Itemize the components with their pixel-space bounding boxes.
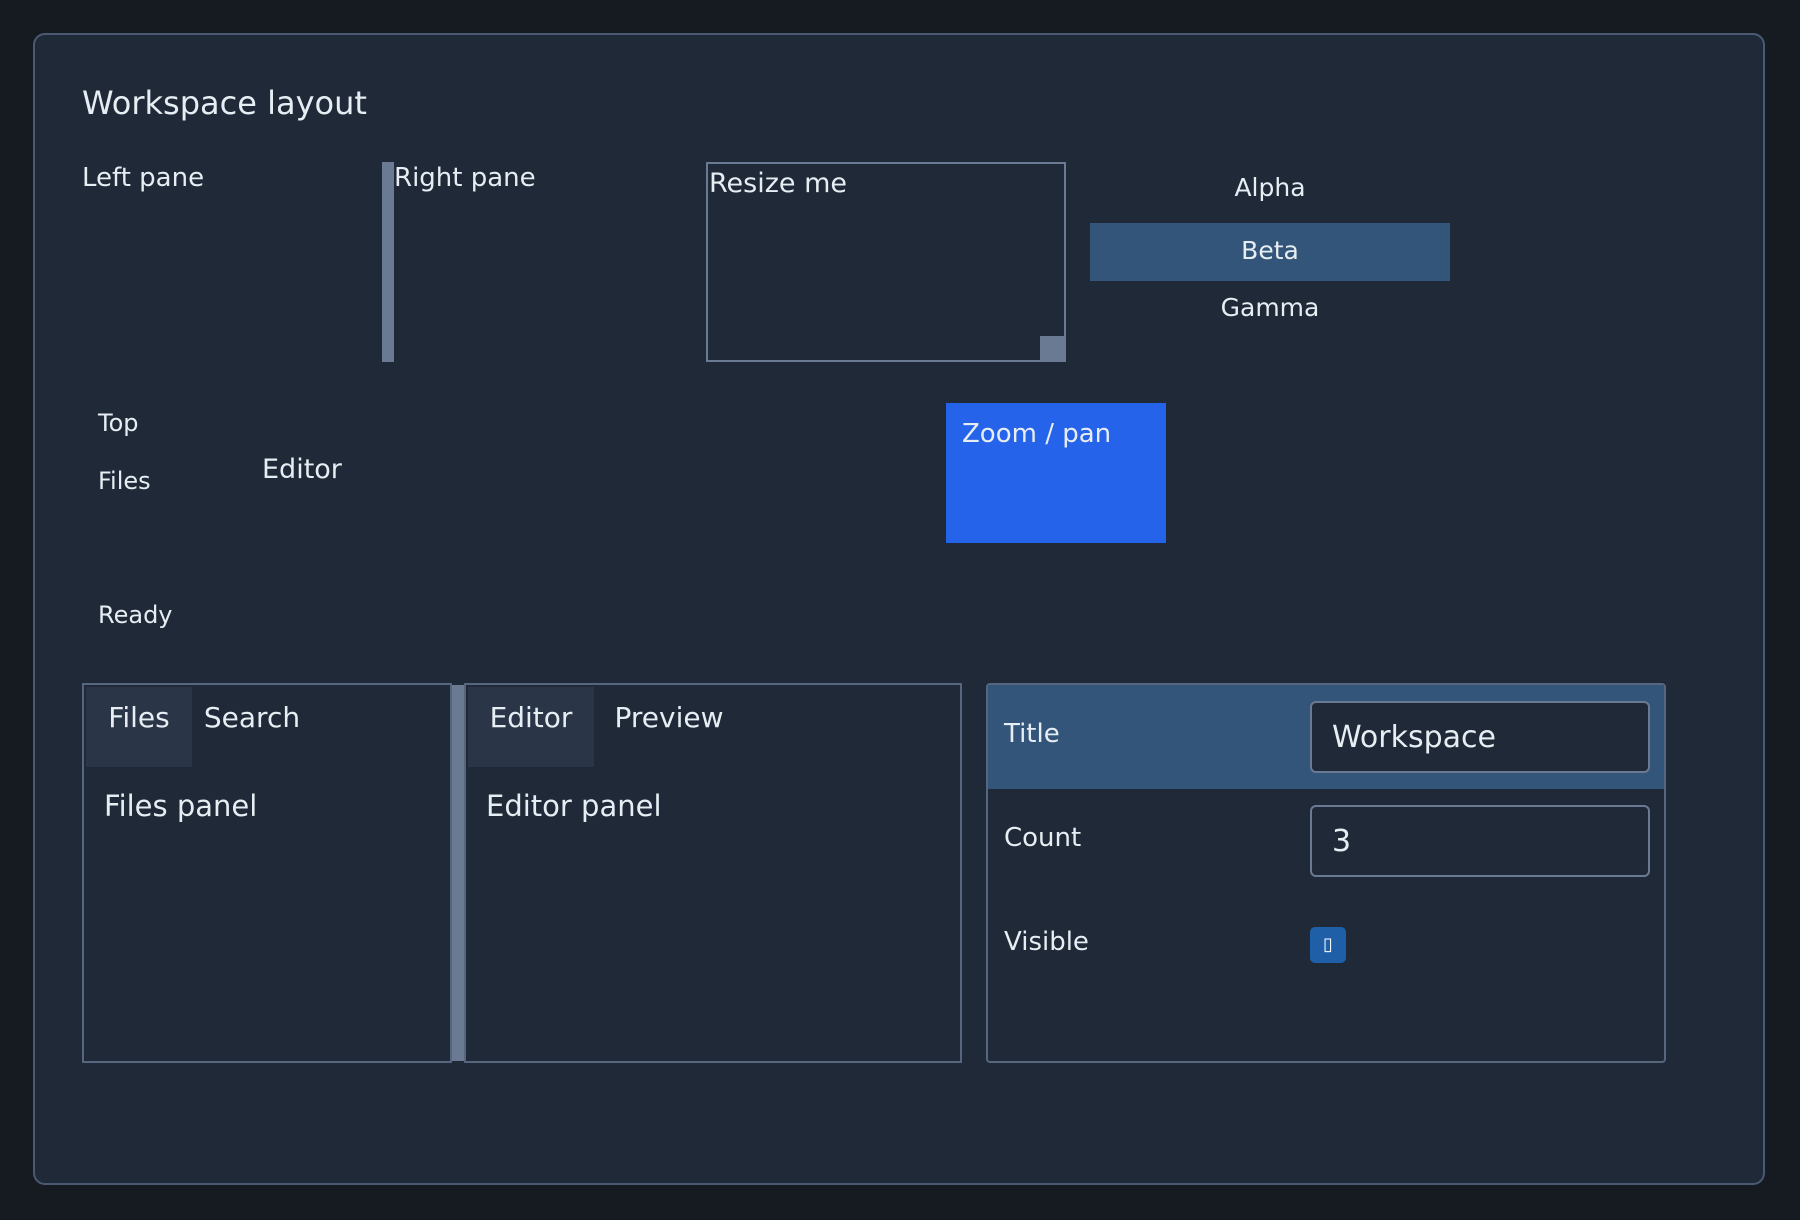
dock-files-label: Files — [98, 467, 151, 495]
zoom-pan-label: Zoom / pan — [962, 419, 1112, 449]
visible-checkbox[interactable]: ▯ — [1310, 927, 1346, 963]
files-panel-text: Files panel — [104, 789, 258, 823]
split-handle[interactable] — [382, 162, 394, 362]
resize-grip-handle[interactable] — [1040, 336, 1064, 360]
property-row-title[interactable]: Title — [988, 685, 1664, 789]
right-pane-label: Right pane — [394, 163, 536, 193]
property-grid: Title Count Visible ▯ — [986, 683, 1666, 1063]
tab-search[interactable]: Search — [192, 687, 312, 767]
property-row-count[interactable]: Count — [988, 789, 1664, 893]
list-item-alpha[interactable]: Alpha — [1090, 160, 1450, 218]
resize-label: Resize me — [709, 168, 848, 199]
editor-tab-panel: Editor Preview Editor panel — [464, 683, 962, 1063]
property-label-count: Count — [1004, 823, 1082, 853]
status-label: Ready — [98, 601, 173, 629]
title-field[interactable] — [1310, 701, 1650, 773]
property-label-title: Title — [1004, 719, 1060, 749]
zoom-pan-canvas[interactable]: Zoom / pan — [946, 403, 1166, 543]
count-field[interactable] — [1310, 805, 1650, 877]
editor-panel-text: Editor panel — [486, 789, 662, 823]
dock-top-label: Top — [98, 409, 139, 437]
list-item-gamma[interactable]: Gamma — [1090, 280, 1450, 338]
resizable-box: Resize me — [706, 162, 1066, 362]
tab-files[interactable]: Files — [86, 687, 192, 767]
left-pane-label: Left pane — [82, 163, 205, 193]
dock-editor-label: Editor — [262, 454, 342, 485]
list-item-beta[interactable]: Beta — [1090, 223, 1450, 281]
tab-preview[interactable]: Preview — [594, 687, 744, 767]
files-tab-panel: Files Search Files panel — [82, 683, 452, 1063]
property-label-visible: Visible — [1004, 927, 1089, 957]
property-row-visible[interactable]: Visible ▯ — [988, 893, 1664, 997]
window-title: Workspace layout — [82, 84, 367, 122]
tab-editor[interactable]: Editor — [468, 687, 594, 767]
